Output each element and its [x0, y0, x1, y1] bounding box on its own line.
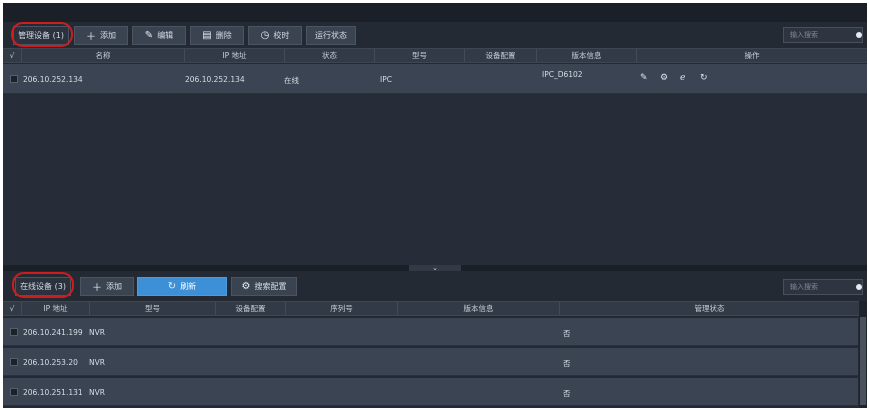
- online-device-row[interactable]: 206.10.241.199 NVR 否: [3, 318, 858, 346]
- online-device-row[interactable]: 206.10.253.20 NVR 否: [3, 348, 858, 376]
- online-device-row[interactable]: 206.10.251.131 NVR 否: [3, 378, 858, 406]
- managed-table-empty-area: [3, 95, 867, 265]
- row-checkbox[interactable]: [10, 388, 18, 396]
- add-online-device-button[interactable]: ＋ 添加: [80, 277, 134, 296]
- refresh-button[interactable]: ↻ 刷新: [137, 277, 227, 296]
- online-table-scrollbar[interactable]: [859, 301, 867, 408]
- column-version[interactable]: 版本信息: [536, 49, 636, 62]
- clock-icon: ◷: [260, 30, 270, 41]
- row-checkbox[interactable]: [10, 75, 18, 83]
- column-manage-state[interactable]: 管理状态: [559, 302, 859, 315]
- column-status[interactable]: 状态: [284, 49, 374, 62]
- time-sync-label: 校时: [273, 31, 290, 40]
- column-model[interactable]: 型号: [89, 302, 215, 315]
- pencil-icon[interactable]: ✎: [640, 73, 648, 83]
- pencil-icon: ✎: [144, 30, 154, 41]
- row-checkbox[interactable]: [10, 328, 18, 336]
- device-ip: 206.10.253.20: [23, 358, 78, 367]
- browser-e-icon[interactable]: ℯ: [680, 73, 685, 83]
- column-name[interactable]: 名称: [21, 49, 184, 62]
- device-model: NVR: [89, 388, 105, 397]
- device-model: IPC: [380, 75, 392, 84]
- device-manage-state: 否: [563, 329, 571, 338]
- tab-online-devices[interactable]: 在线设备 (3): [15, 277, 71, 296]
- column-config[interactable]: 设备配置: [464, 49, 536, 62]
- column-model[interactable]: 型号: [374, 49, 464, 62]
- scrollbar-thumb[interactable]: [860, 317, 866, 405]
- device-version: IPC_D6102: [542, 70, 583, 79]
- managed-table-header: √ 名称 IP 地址 状态 型号 设备配置 版本信息 操作: [3, 48, 867, 63]
- add-device-button[interactable]: ＋ 添加: [74, 26, 128, 45]
- select-all-checkbox[interactable]: √: [5, 49, 19, 62]
- managed-device-row[interactable]: 206.10.252.134 206.10.252.134 在线 IPC IPC…: [3, 64, 867, 94]
- column-ip[interactable]: IP 地址: [184, 49, 284, 62]
- device-ip: 206.10.252.134: [185, 75, 245, 84]
- column-config[interactable]: 设备配置: [215, 302, 285, 315]
- online-table-header: √ IP 地址 型号 设备配置 序列号 版本信息 管理状态: [3, 301, 867, 316]
- refresh-icon[interactable]: ↻: [700, 73, 708, 83]
- edit-device-button[interactable]: ✎ 编辑: [132, 26, 186, 45]
- window-top-strip: [3, 3, 867, 22]
- online-search-input[interactable]: 输入搜索: [783, 279, 863, 295]
- column-version[interactable]: 版本信息: [397, 302, 559, 315]
- managed-devices-toolbar: 管理设备 (1) ＋ 添加 ✎ 编辑 ▤ 删除 ◷ 校时 运行状态 输入搜索: [3, 22, 867, 48]
- delete-device-button[interactable]: ▤ 删除: [190, 26, 244, 45]
- column-operations[interactable]: 操作: [636, 49, 867, 62]
- device-name: 206.10.252.134: [23, 75, 83, 84]
- plus-icon: ＋: [92, 283, 102, 294]
- search-scroll-indicator: [856, 32, 862, 38]
- device-model: NVR: [89, 328, 105, 337]
- trash-icon: ▤: [202, 30, 212, 41]
- add-device-label: 添加: [100, 31, 116, 40]
- gear-icon: ⚙: [241, 281, 251, 292]
- search-config-label: 搜索配置: [254, 282, 287, 291]
- device-manage-state: 否: [563, 359, 571, 368]
- search-scroll-indicator: [856, 284, 862, 290]
- managed-search-placeholder: 输入搜索: [790, 31, 818, 39]
- device-status: 在线: [284, 76, 299, 85]
- device-ip: 206.10.241.199: [23, 328, 83, 337]
- refresh-label: 刷新: [180, 282, 197, 291]
- delete-device-label: 删除: [215, 31, 232, 40]
- column-ip[interactable]: IP 地址: [21, 302, 89, 315]
- edit-device-label: 编辑: [157, 31, 174, 40]
- online-devices-toolbar: 在线设备 (3) ＋ 添加 ↻ 刷新 ⚙ 搜索配置 输入搜索: [3, 271, 867, 299]
- gear-icon[interactable]: ⚙: [660, 73, 668, 83]
- tab-managed-devices-label: 管理设备 (1): [18, 31, 64, 40]
- managed-search-input[interactable]: 输入搜索: [783, 27, 863, 43]
- tab-online-devices-label: 在线设备 (3): [20, 282, 66, 291]
- plus-icon: ＋: [86, 32, 96, 43]
- device-ip: 206.10.251.131: [23, 388, 83, 397]
- add-online-device-label: 添加: [106, 282, 122, 291]
- device-manage-state: 否: [563, 389, 571, 398]
- select-all-checkbox[interactable]: √: [5, 302, 19, 315]
- search-config-button[interactable]: ⚙ 搜索配置: [231, 277, 297, 296]
- run-state-button[interactable]: 运行状态: [306, 26, 356, 45]
- column-serial[interactable]: 序列号: [285, 302, 397, 315]
- refresh-icon: ↻: [167, 281, 177, 292]
- row-checkbox[interactable]: [10, 358, 18, 366]
- device-manager-window: 管理设备 (1) ＋ 添加 ✎ 编辑 ▤ 删除 ◷ 校时 运行状态 输入搜索 √…: [3, 3, 867, 408]
- time-sync-button[interactable]: ◷ 校时: [248, 26, 302, 45]
- tab-managed-devices[interactable]: 管理设备 (1): [13, 26, 69, 45]
- run-state-label: 运行状态: [315, 31, 347, 40]
- device-model: NVR: [89, 358, 105, 367]
- online-search-placeholder: 输入搜索: [790, 283, 818, 291]
